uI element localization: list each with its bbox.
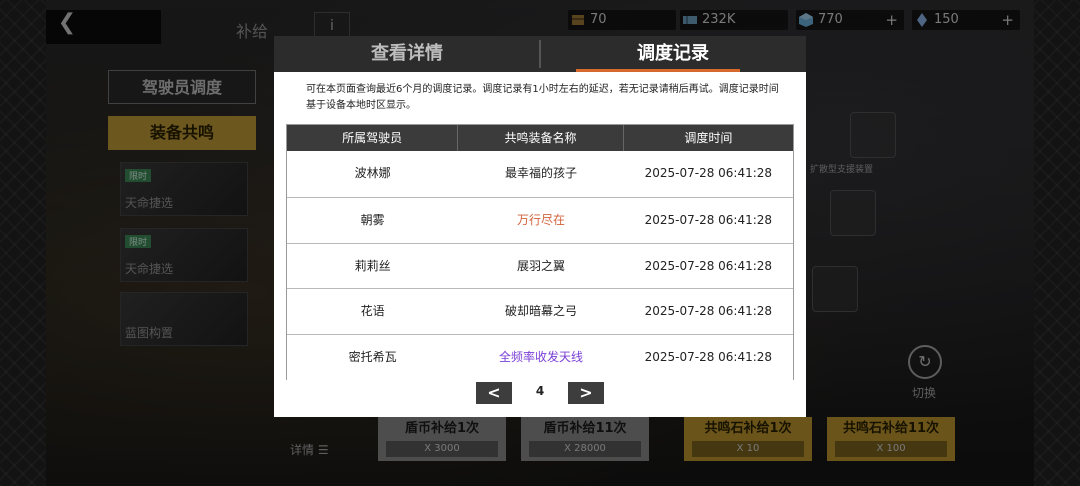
pilot-cell: 密托希瓦 xyxy=(348,350,397,365)
tab-view-details[interactable]: 查看详情 xyxy=(274,36,540,72)
column-header-time: 调度时间 xyxy=(684,131,733,145)
pilot-cell: 朝雾 xyxy=(360,212,385,227)
table-row: 花语 破却暗幕之弓 2025-07-28 06:41:28 xyxy=(287,288,793,335)
modal-tab-bar: 查看详情 调度记录 xyxy=(274,36,806,72)
equipment-cell: 万行尽在 xyxy=(516,212,565,227)
table-row: 朝雾 万行尽在 2025-07-28 06:41:28 xyxy=(287,196,793,243)
column-header-pilot: 所属驾驶员 xyxy=(287,125,459,151)
active-tab-indicator xyxy=(576,69,740,72)
equipment-cell: 展羽之翼 xyxy=(516,258,565,273)
table-row: 密托希瓦 全频率收发天线 2025-07-28 06:41:28 xyxy=(287,334,793,380)
table-header: 所属驾驶员 共鸣装备名称 调度时间 xyxy=(287,125,793,151)
chevron-right-icon: > xyxy=(579,383,593,402)
pilot-cell: 波林娜 xyxy=(354,166,391,180)
table-row: 波林娜 最幸福的孩子 2025-07-28 06:41:28 xyxy=(287,151,793,197)
page-number: 4 xyxy=(535,384,545,398)
pilot-cell: 花语 xyxy=(360,304,385,319)
time-cell: 2025-07-28 06:41:28 xyxy=(644,258,773,273)
time-cell: 2025-07-28 06:41:28 xyxy=(644,304,773,319)
equipment-cell: 破却暗幕之弓 xyxy=(504,304,577,319)
chevron-left-icon: < xyxy=(487,383,501,402)
time-cell: 2025-07-28 06:41:28 xyxy=(644,166,773,180)
table-row: 莉莉丝 展羽之翼 2025-07-28 06:41:28 xyxy=(287,242,793,289)
equipment-cell: 最幸福的孩子 xyxy=(504,166,577,180)
column-header-equipment: 共鸣装备名称 xyxy=(458,125,624,151)
time-cell: 2025-07-28 06:41:28 xyxy=(644,350,773,365)
time-cell: 2025-07-28 06:41:28 xyxy=(644,212,773,227)
tab-dispatch-records[interactable]: 调度记录 xyxy=(540,36,806,72)
pagination: < 4 > xyxy=(274,382,806,406)
pilot-cell: 莉莉丝 xyxy=(354,258,391,273)
records-table: 所属驾驶员 共鸣装备名称 调度时间 波林娜 最幸福的孩子 2025-07-28 … xyxy=(286,124,794,380)
notice-text: 可在本页面查询最近6个月的调度记录。调度记录有1小时左右的延迟，若无记录请稍后再… xyxy=(306,84,779,111)
equipment-cell: 全频率收发天线 xyxy=(498,350,583,365)
next-page-button[interactable]: > xyxy=(568,382,604,404)
dispatch-records-modal: 查看详情 调度记录 可在本页面查询最近6个月的调度记录。调度记录有1小时左右的延… xyxy=(274,36,806,417)
prev-page-button[interactable]: < xyxy=(476,382,512,404)
table-body: 波林娜 最幸福的孩子 2025-07-28 06:41:28 朝雾 万行尽在 2… xyxy=(287,151,793,380)
